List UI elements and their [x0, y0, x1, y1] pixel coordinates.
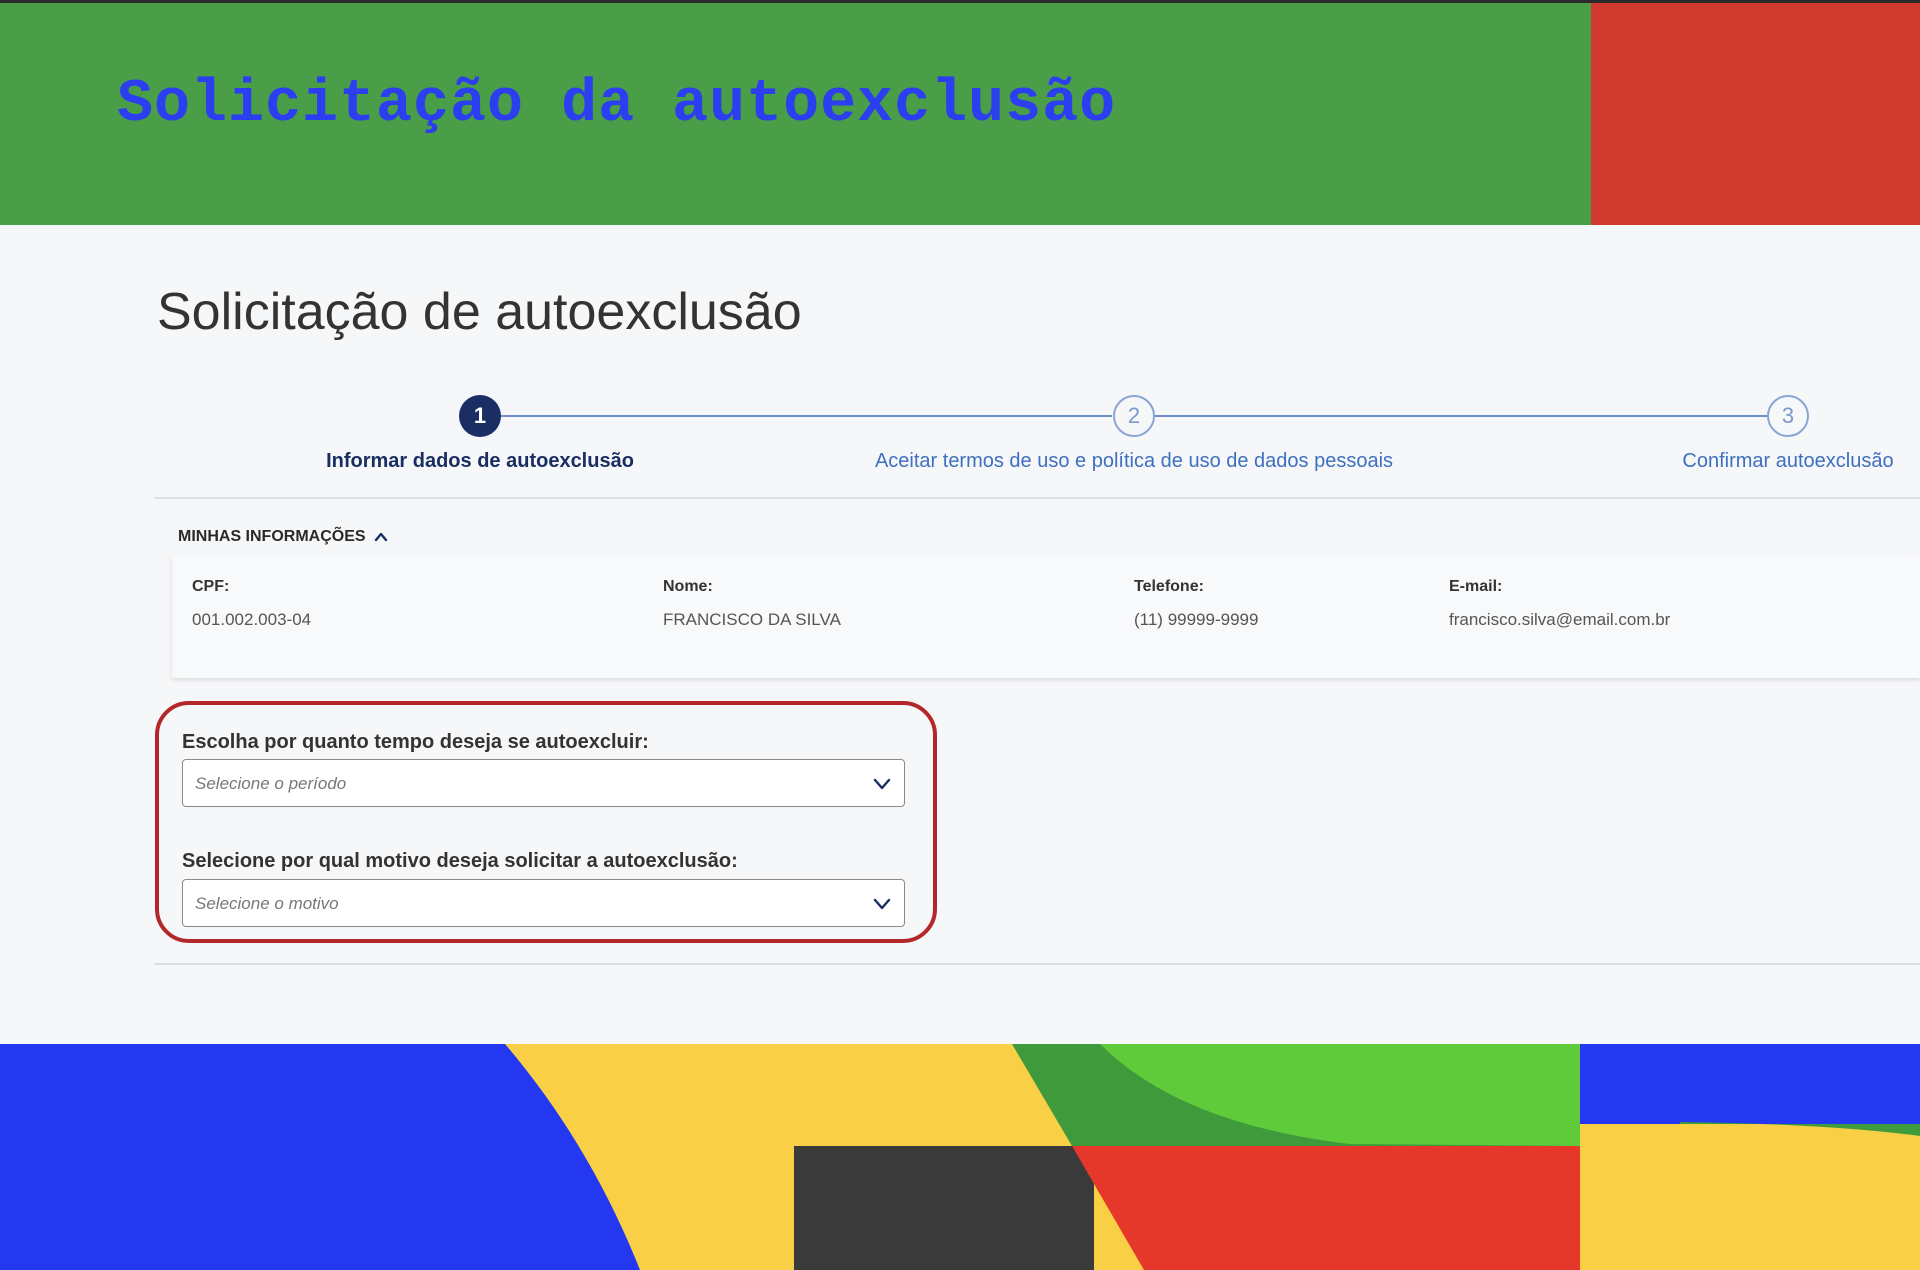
- reason-placeholder: Selecione o motivo: [195, 894, 339, 913]
- phone-label: Telefone:: [1134, 578, 1204, 595]
- step-3-label[interactable]: Confirmar autoexclusão: [1682, 450, 1893, 473]
- cpf-field: CPF: 001.002.003-04: [192, 578, 311, 630]
- period-placeholder: Selecione o período: [195, 774, 347, 793]
- email-value: francisco.silva@email.com.br: [1449, 610, 1671, 629]
- footer-red-block: [1072, 1146, 1580, 1270]
- footer-decoration: [0, 1044, 1920, 1270]
- my-info-card: CPF: 001.002.003-04 Nome: FRANCISCO DA S…: [172, 556, 1920, 678]
- my-info-title: MINHAS INFORMAÇÕES: [178, 528, 366, 545]
- banner-red-block: [1591, 3, 1920, 225]
- stepper-divider: [154, 497, 1920, 499]
- name-field: Nome: FRANCISCO DA SILVA: [663, 578, 841, 630]
- my-info-toggle[interactable]: MINHAS INFORMAÇÕES: [178, 528, 388, 546]
- step-1-label[interactable]: Informar dados de autoexclusão: [326, 450, 634, 473]
- top-banner: Solicitação da autoexclusão: [0, 0, 1920, 225]
- email-label: E-mail:: [1449, 578, 1503, 595]
- phone-value: (11) 99999-9999: [1134, 610, 1259, 629]
- chevron-down-icon: [873, 898, 891, 910]
- page-title: Solicitação de autoexclusão: [157, 283, 802, 341]
- footer-dark-block: [794, 1146, 1094, 1270]
- cpf-value: 001.002.003-04: [192, 610, 312, 629]
- step-connector-2: [1154, 415, 1768, 417]
- name-value: FRANCISCO DA SILVA: [663, 610, 841, 629]
- step-1-indicator[interactable]: 1: [459, 395, 501, 437]
- chevron-down-icon: [873, 778, 891, 790]
- footer-blue-right: [1580, 1044, 1920, 1124]
- reason-select[interactable]: Selecione o motivo: [182, 879, 905, 927]
- step-2-label[interactable]: Aceitar termos de uso e política de uso …: [875, 450, 1393, 473]
- step-connector-1: [500, 415, 1112, 417]
- step-2-indicator[interactable]: 2: [1113, 395, 1155, 437]
- step-3-indicator[interactable]: 3: [1767, 395, 1809, 437]
- email-field: E-mail: francisco.silva@email.com.br: [1449, 578, 1670, 630]
- period-select[interactable]: Selecione o período: [182, 759, 905, 807]
- period-label: Escolha por quanto tempo deseja se autoe…: [182, 731, 649, 753]
- form-divider: [154, 963, 1920, 965]
- phone-field: Telefone: (11) 99999-9999: [1134, 578, 1258, 630]
- cpf-label: CPF:: [192, 578, 230, 595]
- name-label: Nome:: [663, 578, 713, 595]
- reason-label: Selecione por qual motivo deseja solicit…: [182, 850, 738, 872]
- progress-stepper: 1 2 3 Informar dados de autoexclusão Ace…: [0, 395, 1920, 475]
- chevron-up-icon: [374, 532, 387, 542]
- banner-title: Solicitação da autoexclusão: [117, 71, 1117, 139]
